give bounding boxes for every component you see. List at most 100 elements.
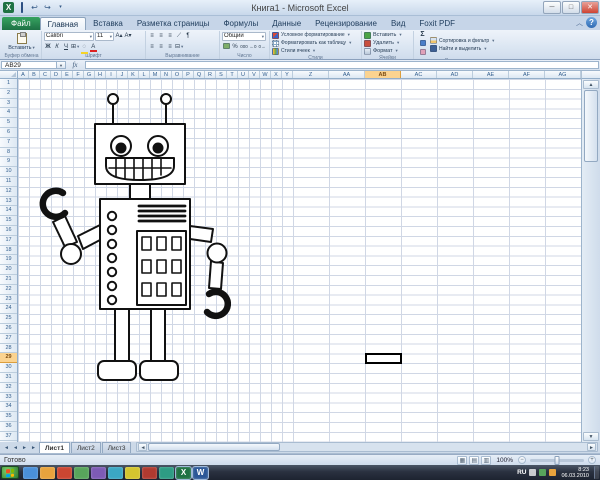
save-icon[interactable] — [16, 2, 27, 13]
row-header-24[interactable]: 24 — [0, 304, 17, 314]
first-sheet-icon[interactable]: ◄ — [2, 443, 11, 453]
align-middle-icon[interactable]: ≡ — [157, 32, 165, 41]
column-header-G[interactable]: G — [84, 71, 95, 78]
row-header-34[interactable]: 34 — [0, 402, 17, 412]
start-button[interactable] — [1, 466, 19, 479]
taskbar-app-app-6[interactable] — [108, 467, 123, 479]
zoom-level[interactable]: 100% — [496, 457, 513, 464]
scroll-down-icon[interactable]: ▼ — [583, 432, 599, 441]
underline-button[interactable]: Ч — [62, 43, 70, 52]
increase-decimal-icon[interactable]: ←0 — [249, 43, 257, 52]
wrap-text-icon[interactable]: ¶ — [184, 32, 192, 41]
prev-sheet-icon[interactable]: ◄ — [11, 443, 20, 453]
row-header-29[interactable]: 29 — [0, 353, 17, 363]
cells-area[interactable] — [18, 79, 581, 442]
tray-icon-2[interactable] — [539, 469, 546, 476]
font-name-select[interactable]: Calibri▾ — [44, 32, 94, 41]
vertical-scroll-thumb[interactable] — [584, 90, 598, 162]
row-header-5[interactable]: 5 — [0, 118, 17, 128]
tab-Foxit PDF[interactable]: Foxit PDF — [412, 17, 462, 30]
column-header-W[interactable]: W — [260, 71, 271, 78]
format-as-table-button[interactable]: Форматировать как таблицу▾ — [272, 39, 359, 47]
row-header-11[interactable]: 11 — [0, 177, 17, 187]
sheet-tab-Лист1[interactable]: Лист1 — [39, 442, 70, 453]
scroll-right-icon[interactable]: ► — [587, 443, 596, 451]
select-all-corner[interactable] — [0, 71, 18, 79]
row-header-17[interactable]: 17 — [0, 236, 17, 246]
find-select-button[interactable]: Найти и выделить▾ — [430, 45, 512, 53]
column-header-R[interactable]: R — [205, 71, 216, 78]
column-header-H[interactable]: H — [95, 71, 106, 78]
column-header-Q[interactable]: Q — [194, 71, 205, 78]
name-box[interactable]: AB29 — [1, 61, 57, 69]
sheet-tab-Лист3[interactable]: Лист3 — [102, 442, 132, 453]
align-bottom-icon[interactable]: ≡ — [166, 32, 174, 41]
minimize-ribbon-icon[interactable]: ︿ — [576, 18, 583, 28]
number-format-select[interactable]: Общий▾ — [222, 32, 266, 41]
row-header-19[interactable]: 19 — [0, 255, 17, 265]
column-header-X[interactable]: X — [271, 71, 282, 78]
fill-color-button[interactable]: ◌ — [80, 43, 88, 52]
column-header-AD[interactable]: AD — [437, 71, 473, 78]
comma-style-button[interactable]: 000 — [240, 43, 248, 52]
row-header-4[interactable]: 4 — [0, 108, 17, 118]
row-header-22[interactable]: 22 — [0, 285, 17, 295]
sort-filter-button[interactable]: Сортировка и фильтр▾ — [430, 37, 512, 45]
zoom-slider[interactable] — [530, 459, 584, 462]
font-color-button[interactable]: А — [89, 43, 97, 52]
row-header-36[interactable]: 36 — [0, 422, 17, 432]
bold-button[interactable]: Ж — [44, 43, 52, 52]
column-header-T[interactable]: T — [227, 71, 238, 78]
taskbar-app-app-1[interactable] — [23, 467, 38, 479]
column-header-S[interactable]: S — [216, 71, 227, 78]
tab-Данные[interactable]: Данные — [265, 17, 308, 30]
row-header-33[interactable]: 33 — [0, 393, 17, 403]
row-header-14[interactable]: 14 — [0, 206, 17, 216]
align-top-icon[interactable]: ≡ — [148, 32, 156, 41]
column-header-A[interactable]: A — [18, 71, 29, 78]
autosum-button[interactable]: Σ — [416, 31, 429, 40]
cell-styles-button[interactable]: Стили ячеек▾ — [272, 47, 359, 55]
clear-button[interactable] — [416, 49, 429, 58]
show-desktop-button[interactable] — [594, 466, 599, 479]
paste-button[interactable]: Вставить▾ — [8, 33, 35, 51]
column-header-J[interactable]: J — [117, 71, 128, 78]
tab-Разметка страницы[interactable]: Разметка страницы — [130, 17, 217, 30]
close-button[interactable]: ✕ — [581, 1, 599, 14]
tray-icon-1[interactable] — [529, 469, 536, 476]
column-header-AA[interactable]: AA — [329, 71, 365, 78]
tab-Главная[interactable]: Главная — [40, 17, 86, 30]
column-header-P[interactable]: P — [183, 71, 194, 78]
column-header-O[interactable]: O — [172, 71, 183, 78]
column-header-F[interactable]: F — [73, 71, 84, 78]
taskbar-app-word[interactable]: W — [193, 467, 208, 479]
taskbar-app-app-2[interactable] — [40, 467, 55, 479]
column-header-M[interactable]: M — [150, 71, 161, 78]
redo-icon[interactable]: ↪ — [42, 2, 53, 13]
column-header-D[interactable]: D — [51, 71, 62, 78]
formula-input[interactable] — [85, 61, 599, 69]
taskbar-app-app-7[interactable] — [125, 467, 140, 479]
column-header-AF[interactable]: AF — [509, 71, 545, 78]
row-header-10[interactable]: 10 — [0, 167, 17, 177]
delete-cells-button[interactable]: Удалить▾ — [364, 39, 411, 47]
row-header-18[interactable]: 18 — [0, 246, 17, 256]
row-header-25[interactable]: 25 — [0, 314, 17, 324]
conditional-formatting-button[interactable]: Условное форматирование▾ — [272, 31, 359, 39]
taskbar-app-app-3[interactable] — [57, 467, 72, 479]
taskbar-app-app-8[interactable] — [142, 467, 157, 479]
last-sheet-icon[interactable]: ► — [29, 443, 38, 453]
scroll-left-icon[interactable]: ◄ — [138, 443, 147, 451]
row-header-26[interactable]: 26 — [0, 324, 17, 334]
insert-cells-button[interactable]: Вставить▾ — [364, 31, 411, 39]
maximize-button[interactable]: □ — [562, 1, 580, 14]
format-cells-button[interactable]: Формат▾ — [364, 47, 411, 55]
zoom-slider-thumb[interactable] — [555, 456, 560, 465]
row-header-32[interactable]: 32 — [0, 383, 17, 393]
column-header-U[interactable]: U — [238, 71, 249, 78]
clock[interactable]: 8:23 06.03.2010 — [561, 467, 589, 479]
row-header-13[interactable]: 13 — [0, 197, 17, 207]
row-header-21[interactable]: 21 — [0, 275, 17, 285]
column-header-Z[interactable]: Z — [293, 71, 329, 78]
row-header-7[interactable]: 7 — [0, 138, 17, 148]
